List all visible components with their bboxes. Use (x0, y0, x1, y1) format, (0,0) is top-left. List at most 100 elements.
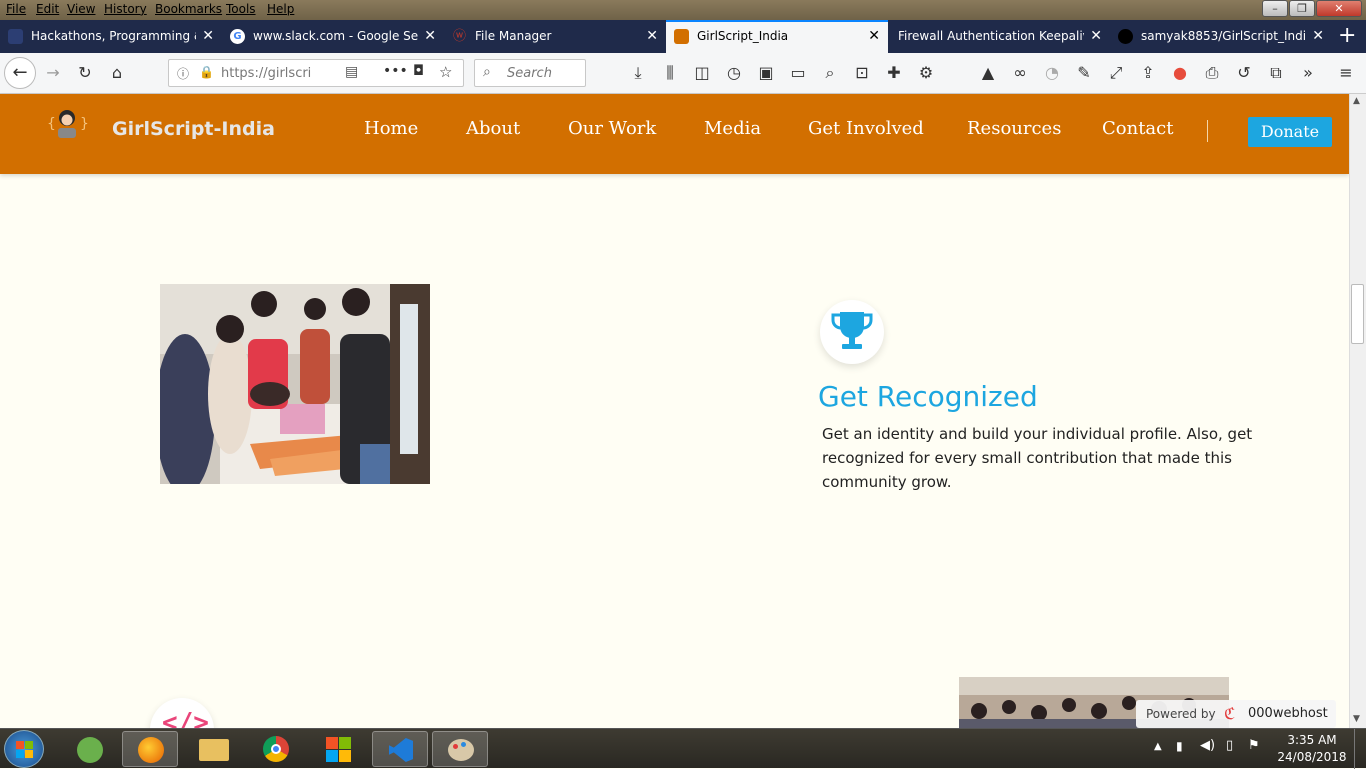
powered-by-badge[interactable]: Powered by ℭ 000webhost (1136, 700, 1336, 728)
url-text[interactable]: https://girlscri (221, 66, 311, 81)
print-icon[interactable]: ⎙ (1202, 63, 1222, 83)
taskbar: ▲ ▮ ◀) ▯ ⚑ 3:35 AM 24/08/2018 (0, 728, 1366, 769)
rss-icon[interactable]: ◔ (1042, 63, 1062, 83)
close-tab-icon[interactable]: ✕ (1312, 20, 1324, 53)
menu-help[interactable]: Help (267, 2, 294, 16)
maximize-button[interactable]: ❐ (1289, 0, 1315, 17)
reader-view-icon[interactable]: ▤ (345, 64, 358, 80)
chrome-taskbar-icon[interactable] (248, 731, 304, 767)
menu-file[interactable]: File (6, 2, 26, 16)
vscode-taskbar-icon[interactable] (372, 731, 428, 767)
back-icon[interactable]: ← (4, 57, 36, 89)
close-tab-icon[interactable]: ✕ (646, 20, 658, 53)
nav-our-work[interactable]: Our Work (568, 118, 656, 139)
download-icon[interactable]: ⤓ (628, 63, 648, 83)
start-button[interactable] (4, 730, 44, 768)
menu-tools[interactable]: Tools (226, 2, 256, 16)
show-desktop-button[interactable] (1354, 729, 1366, 769)
tab-girlscript[interactable]: GirlScript_India ✕ (666, 20, 888, 53)
firefox-taskbar-icon[interactable] (122, 731, 178, 767)
nav-resources[interactable]: Resources (967, 118, 1061, 139)
clock-time[interactable]: 3:35 AM (1282, 733, 1342, 747)
tab-strip: Hackathons, Programming & C ✕ G www.slac… (0, 20, 1366, 53)
history-icon[interactable]: ◷ (724, 63, 744, 83)
search-icon: ⌕ (483, 64, 491, 80)
volume-icon[interactable]: ◀) (1200, 738, 1215, 753)
hamburger-menu-icon[interactable]: ≡ (1336, 63, 1356, 83)
scroll-down-icon[interactable]: ▼ (1353, 714, 1360, 724)
nav-contact[interactable]: Contact (1102, 118, 1173, 139)
network-icon[interactable]: ▮ (1176, 739, 1183, 753)
android-studio-taskbar-icon[interactable] (62, 731, 118, 767)
extension-icon[interactable]: ✚ (884, 63, 904, 83)
nav-get-involved[interactable]: Get Involved (808, 118, 924, 139)
info-icon[interactable]: ⓘ (177, 65, 189, 82)
overflow-chevron-icon[interactable]: » (1298, 63, 1318, 83)
forward-icon[interactable]: → (43, 63, 63, 83)
girlscript-logo[interactable]: { } (46, 106, 89, 140)
event-photo (160, 284, 430, 484)
menu-view[interactable]: View (67, 2, 95, 16)
battery-icon[interactable]: ▯ (1226, 738, 1233, 753)
minimize-button[interactable]: – (1262, 0, 1288, 17)
library-icon[interactable]: ⫼ (660, 63, 680, 83)
search-box[interactable]: ⌕ Search (474, 59, 586, 87)
menu-bookmarks[interactable]: Bookmarks (155, 2, 222, 16)
vertical-scrollbar[interactable]: ▲ ▼ (1349, 94, 1366, 728)
save-page-icon[interactable]: ⇪ (1138, 63, 1158, 83)
close-tab-icon[interactable]: ✕ (202, 20, 214, 53)
tab-title: Firewall Authentication Keepalive W (898, 29, 1084, 43)
mask-icon[interactable]: ∞ (1010, 63, 1030, 83)
home-icon[interactable]: ⌂ (107, 63, 127, 83)
addon-face-icon[interactable]: ● (1170, 63, 1190, 83)
close-tab-icon[interactable]: ✕ (1090, 20, 1102, 53)
menu-bar: File Edit View History Bookmarks Tools H… (0, 0, 1366, 20)
nav-about[interactable]: About (466, 118, 520, 139)
office-taskbar-icon[interactable] (310, 731, 366, 767)
tab-firewall[interactable]: Firewall Authentication Keepalive W ✕ (888, 20, 1110, 53)
scroll-up-icon[interactable]: ▲ (1353, 96, 1360, 106)
tab-hackerearth[interactable]: Hackathons, Programming & C ✕ (0, 20, 222, 53)
url-bar[interactable]: ⓘ 🔒 https://girlscri ▤ ••• ◘ ☆ (168, 59, 464, 87)
pocket-icon[interactable]: ◘ (413, 63, 424, 79)
container-icon[interactable]: ⊡ (852, 63, 872, 83)
tray-expand-icon[interactable]: ▲ (1154, 741, 1162, 752)
clock-date[interactable]: 24/08/2018 (1276, 750, 1348, 764)
lock-warning-icon[interactable]: 🔒 (199, 65, 214, 79)
paint-taskbar-icon[interactable] (432, 731, 488, 767)
zoom-icon[interactable]: ⌕ (820, 63, 840, 83)
brand-name[interactable]: GirlScript-India (112, 118, 275, 140)
bookmark-star-icon[interactable]: ☆ (439, 63, 452, 81)
donate-button[interactable]: Donate (1248, 117, 1332, 147)
screenshot-icon[interactable]: ▣ (756, 63, 776, 83)
action-center-flag-icon[interactable]: ⚑ (1248, 738, 1260, 753)
trophy-badge (820, 300, 884, 364)
tabs-icon[interactable]: ⧉ (1266, 63, 1286, 83)
site-header: { } GirlScript-India Home About Our Work… (0, 94, 1349, 174)
github-icon (1118, 29, 1133, 44)
hat-icon[interactable]: ▲ (978, 63, 998, 83)
new-tab-icon[interactable]: + (1338, 24, 1356, 48)
page-actions-icon[interactable]: ••• (383, 63, 408, 79)
menu-edit[interactable]: Edit (36, 2, 59, 16)
tab-google-search[interactable]: G www.slack.com - Google Searc ✕ (222, 20, 444, 53)
close-tab-icon[interactable]: ✕ (424, 20, 436, 53)
powered-brand: 000webhost (1248, 706, 1328, 721)
restore-icon[interactable]: ↺ (1234, 63, 1254, 83)
fullscreen-icon[interactable]: ⤢ (1106, 63, 1126, 83)
menu-history[interactable]: History (104, 2, 147, 16)
scrollbar-thumb[interactable] (1351, 284, 1364, 344)
wrench-icon[interactable]: ✎ (1074, 63, 1094, 83)
sidebar-icon[interactable]: ◫ (692, 63, 712, 83)
close-tab-icon[interactable]: ✕ (868, 20, 880, 53)
close-window-button[interactable]: ✕ (1316, 0, 1362, 17)
tab-github[interactable]: samyak8853/GirlScript_India: G ✕ (1110, 20, 1332, 53)
reload-icon[interactable]: ↻ (75, 63, 95, 83)
nav-home[interactable]: Home (364, 118, 418, 139)
tab-file-manager[interactable]: ⓦ File Manager ✕ (444, 20, 666, 53)
nav-media[interactable]: Media (704, 118, 761, 139)
tab-title: www.slack.com - Google Searc (253, 29, 418, 43)
settings-gear-icon[interactable]: ⚙ (916, 63, 936, 83)
explorer-taskbar-icon[interactable] (186, 731, 242, 767)
folder-icon[interactable]: ▭ (788, 63, 808, 83)
